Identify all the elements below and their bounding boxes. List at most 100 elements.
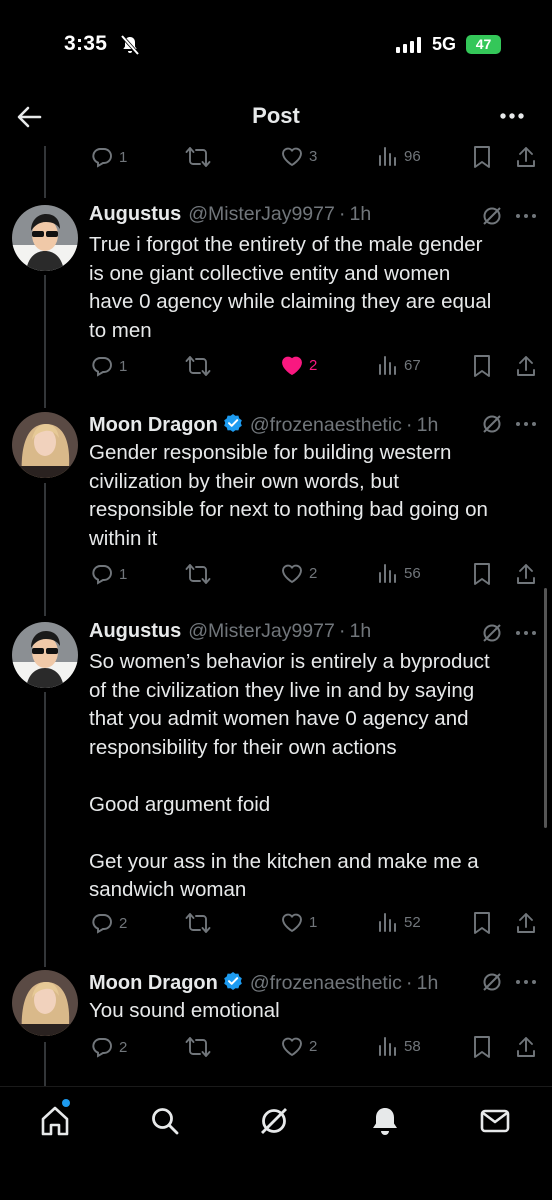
- share-icon[interactable]: [515, 145, 537, 169]
- heart-icon: [282, 147, 302, 167]
- tweet-text: You sound emotional: [89, 999, 280, 1022]
- views-icon: [379, 147, 396, 166]
- like-button[interactable]: 1: [280, 911, 317, 933]
- author-name[interactable]: Moon Dragon: [89, 414, 218, 437]
- author-name[interactable]: Augustus: [89, 203, 181, 226]
- more-options-icon[interactable]: [515, 979, 537, 985]
- bookmark-icon[interactable]: [472, 354, 492, 378]
- reply-count: 1: [119, 357, 128, 375]
- grok-icon[interactable]: [481, 622, 503, 644]
- like-button[interactable]: 2: [280, 1035, 317, 1057]
- cellular-signal-icon: [396, 37, 421, 53]
- more-options-icon[interactable]: [515, 421, 537, 427]
- avatar[interactable]: [12, 412, 78, 478]
- tweet-text: Gender responsible for building western …: [89, 441, 488, 550]
- repost-button[interactable]: [185, 354, 211, 378]
- views-count: 52: [404, 913, 421, 931]
- tweet-time: 1h: [416, 414, 439, 436]
- bookmark-icon[interactable]: [472, 911, 492, 935]
- share-icon[interactable]: [515, 1035, 537, 1059]
- reply-button[interactable]: 2: [90, 1035, 127, 1059]
- reply-icon: [92, 1038, 112, 1058]
- reply-icon: [92, 357, 112, 377]
- like-button[interactable]: 3: [280, 145, 317, 167]
- like-count: 2: [309, 1037, 318, 1055]
- battery-level: 47: [475, 36, 492, 52]
- heart-icon: [282, 1037, 302, 1057]
- views-icon: [379, 913, 396, 932]
- reply-icon: [92, 565, 112, 585]
- repost-icon: [185, 147, 211, 167]
- scrollbar[interactable]: [544, 588, 547, 828]
- repost-icon: [185, 356, 211, 376]
- bookmark-icon[interactable]: [472, 145, 492, 169]
- views-button[interactable]: 52: [377, 911, 421, 933]
- verified-badge-icon: [224, 972, 242, 990]
- author-name[interactable]: Moon Dragon: [89, 972, 218, 995]
- author-handle[interactable]: @MisterJay9977: [188, 620, 335, 643]
- repost-button[interactable]: [185, 562, 211, 586]
- like-button[interactable]: 2: [280, 354, 317, 376]
- network-type: 5G: [432, 34, 457, 54]
- more-options-icon[interactable]: [515, 630, 537, 636]
- home-icon[interactable]: [38, 1104, 72, 1138]
- separator-dot: ·: [405, 414, 413, 436]
- repost-button[interactable]: [185, 1035, 211, 1059]
- notifications-icon[interactable]: [368, 1104, 402, 1138]
- repost-button[interactable]: [185, 911, 211, 935]
- reply-button[interactable]: 2: [90, 911, 127, 935]
- reply-count: 2: [119, 1038, 128, 1056]
- tweet-text: So women’s behavior is entirely a byprod…: [89, 650, 490, 901]
- views-count: 56: [404, 564, 421, 582]
- author-handle[interactable]: @MisterJay9977: [188, 203, 335, 226]
- views-button[interactable]: 67: [377, 354, 421, 376]
- reply-count: 1: [119, 565, 128, 583]
- like-button[interactable]: 2: [280, 562, 317, 584]
- grok-icon[interactable]: [481, 205, 503, 227]
- tweet-time: 1h: [416, 972, 439, 994]
- separator-dot: ·: [338, 620, 346, 642]
- views-icon: [379, 356, 396, 375]
- tweet-meta: Moon Dragon @frozenaesthetic · 1h: [89, 411, 438, 437]
- bottom-tab-bar: [0, 1086, 552, 1200]
- verified-badge-icon: [224, 414, 242, 432]
- repost-button[interactable]: [185, 145, 211, 169]
- grok-icon[interactable]: [481, 413, 503, 435]
- messages-icon[interactable]: [478, 1104, 512, 1138]
- like-count: 3: [309, 147, 318, 165]
- reply-button[interactable]: 1: [90, 145, 127, 169]
- more-options-icon[interactable]: [515, 213, 537, 219]
- author-handle[interactable]: @frozenaesthetic: [250, 414, 402, 437]
- reply-button[interactable]: 1: [90, 354, 127, 378]
- views-count: 96: [404, 147, 421, 165]
- views-button[interactable]: 56: [377, 562, 421, 584]
- share-icon[interactable]: [515, 911, 537, 935]
- tweet-text: True i forgot the entirety of the male g…: [89, 233, 492, 342]
- more-options-icon[interactable]: [498, 106, 526, 126]
- bookmark-icon[interactable]: [472, 562, 492, 586]
- bookmark-icon[interactable]: [472, 1035, 492, 1059]
- author-name[interactable]: Augustus: [89, 620, 181, 643]
- status-time: 3:35: [64, 32, 108, 55]
- post-header: Post: [0, 90, 552, 146]
- heart-icon: [282, 564, 302, 584]
- repost-icon: [185, 564, 211, 584]
- reply-icon: [92, 914, 112, 934]
- views-count: 58: [404, 1037, 421, 1055]
- views-button[interactable]: 58: [377, 1035, 421, 1057]
- grok-icon[interactable]: [481, 971, 503, 993]
- status-bar: 3:35 5G 47: [0, 0, 552, 90]
- reply-button[interactable]: 1: [90, 562, 127, 586]
- page-title: Post: [252, 103, 300, 128]
- views-button[interactable]: 96: [377, 145, 421, 167]
- share-icon[interactable]: [515, 354, 537, 378]
- views-count: 67: [404, 356, 421, 374]
- grok-icon[interactable]: [257, 1104, 291, 1138]
- share-icon[interactable]: [515, 562, 537, 586]
- avatar[interactable]: [12, 970, 78, 1036]
- avatar[interactable]: [12, 205, 78, 271]
- avatar[interactable]: [12, 622, 78, 688]
- thread-line: [44, 275, 46, 408]
- search-icon[interactable]: [148, 1104, 182, 1138]
- author-handle[interactable]: @frozenaesthetic: [250, 972, 402, 995]
